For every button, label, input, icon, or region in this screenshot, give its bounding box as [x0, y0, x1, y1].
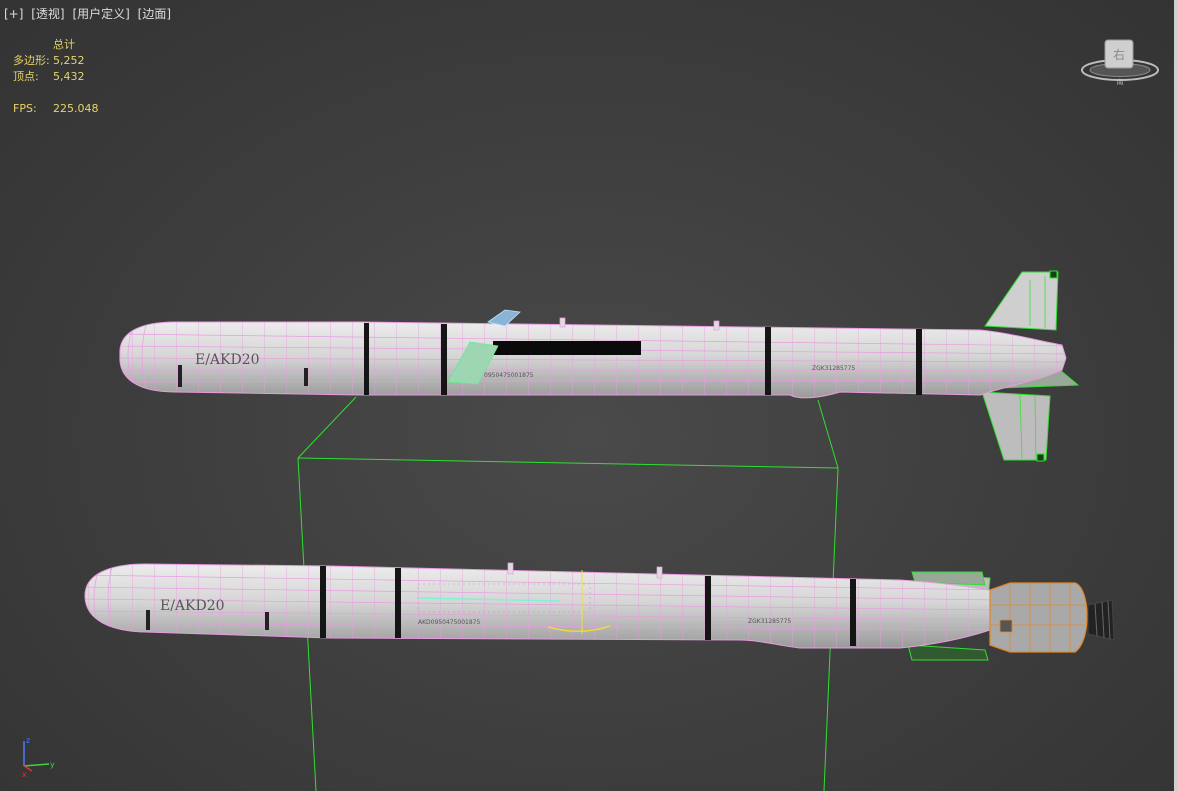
top-missile-serial-2: ZGK31285775: [812, 365, 855, 372]
top-missile-marking: E/AKD20: [195, 352, 260, 368]
missile-bottom[interactable]: E/AKD20 AKD0950475001875 ZGK31285775: [80, 555, 1115, 661]
bottom-missile-serial-2: ZGK31285775: [748, 618, 791, 625]
axis-gizmo: z y x: [22, 736, 55, 778]
top-tail-fin-lower[interactable]: [981, 391, 1051, 461]
bottom-band-3: [705, 576, 711, 640]
axis-y-label: y: [50, 760, 55, 769]
bottom-band-2: [395, 568, 401, 638]
bottom-pylon-1: [507, 562, 514, 575]
bottom-booster-engine[interactable]: [989, 582, 1115, 653]
top-band-1: [364, 323, 369, 395]
axis-x-label: x: [22, 770, 27, 778]
top-slot-1: [178, 365, 182, 387]
bottom-tail-fin-lower[interactable]: [907, 644, 989, 661]
axis-y-line: [23, 763, 50, 767]
viewport-scene[interactable]: E/AKD20 0950475001875 ZGK31285775 E/AKD2…: [0, 0, 1174, 791]
top-band-3: [765, 327, 771, 395]
top-pylon-1: [559, 317, 566, 328]
bottom-pylon-2: [656, 566, 663, 579]
bottom-missile-marking: E/AKD20: [160, 598, 225, 614]
top-fin-vertex-handle[interactable]: [1049, 270, 1058, 279]
bottom-missile-serial-1: AKD0950475001875: [418, 619, 480, 626]
top-band-4: [916, 329, 922, 395]
top-tail-fin-upper[interactable]: [984, 271, 1059, 331]
top-band-2: [441, 324, 447, 395]
bottom-band-4: [850, 579, 856, 646]
axis-z-label: z: [26, 736, 30, 745]
missile-top[interactable]: E/AKD20 0950475001875 ZGK31285775: [110, 270, 1080, 462]
bottom-slot-1: [146, 610, 150, 630]
bottom-band-1: [320, 566, 326, 638]
bottom-slot-2: [265, 612, 269, 630]
top-weapon-bay: [493, 341, 641, 355]
top-fin-vertex-handle-2[interactable]: [1036, 453, 1045, 462]
top-pylon-2: [713, 320, 720, 331]
top-missile-serial-1: 0950475001875: [484, 372, 534, 379]
top-slot-2: [304, 368, 308, 386]
